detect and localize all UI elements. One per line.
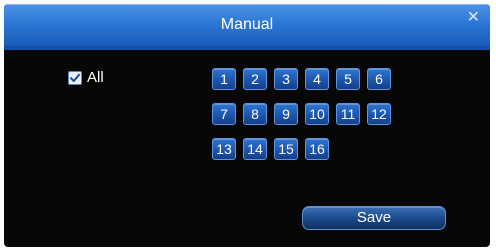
channel-button-8[interactable]: 8 (243, 103, 267, 125)
title-bar: Manual ✕ (4, 4, 490, 46)
manual-dialog: Manual ✕ All 1 2 3 4 5 6 7 8 9 10 11 12 … (4, 4, 490, 247)
channel-button-7[interactable]: 7 (212, 103, 236, 125)
channel-button-15[interactable]: 15 (274, 138, 298, 160)
channel-button-5[interactable]: 5 (336, 68, 360, 90)
channel-button-9[interactable]: 9 (274, 103, 298, 125)
channel-button-2[interactable]: 2 (243, 68, 267, 90)
channel-button-16[interactable]: 16 (305, 138, 329, 160)
select-all-label: All (87, 69, 104, 86)
channel-button-11[interactable]: 11 (336, 103, 360, 125)
checkbox-checked-icon[interactable] (68, 70, 82, 85)
channel-button-3[interactable]: 3 (274, 68, 298, 90)
channel-button-12[interactable]: 12 (367, 103, 391, 125)
close-icon[interactable]: ✕ (467, 10, 480, 26)
channel-button-10[interactable]: 10 (305, 103, 329, 125)
dialog-title: Manual (220, 16, 274, 33)
channel-grid: 1 2 3 4 5 6 7 8 9 10 11 12 13 14 15 16 (212, 68, 412, 168)
save-button[interactable]: Save (302, 206, 446, 230)
channel-button-1[interactable]: 1 (212, 68, 236, 90)
channel-button-13[interactable]: 13 (212, 138, 236, 160)
channel-button-14[interactable]: 14 (243, 138, 267, 160)
select-all-checkbox[interactable]: All (68, 69, 104, 86)
title-separator (4, 46, 490, 50)
channel-button-6[interactable]: 6 (367, 68, 391, 90)
channel-button-4[interactable]: 4 (305, 68, 329, 90)
checkmark-icon (70, 73, 80, 82)
